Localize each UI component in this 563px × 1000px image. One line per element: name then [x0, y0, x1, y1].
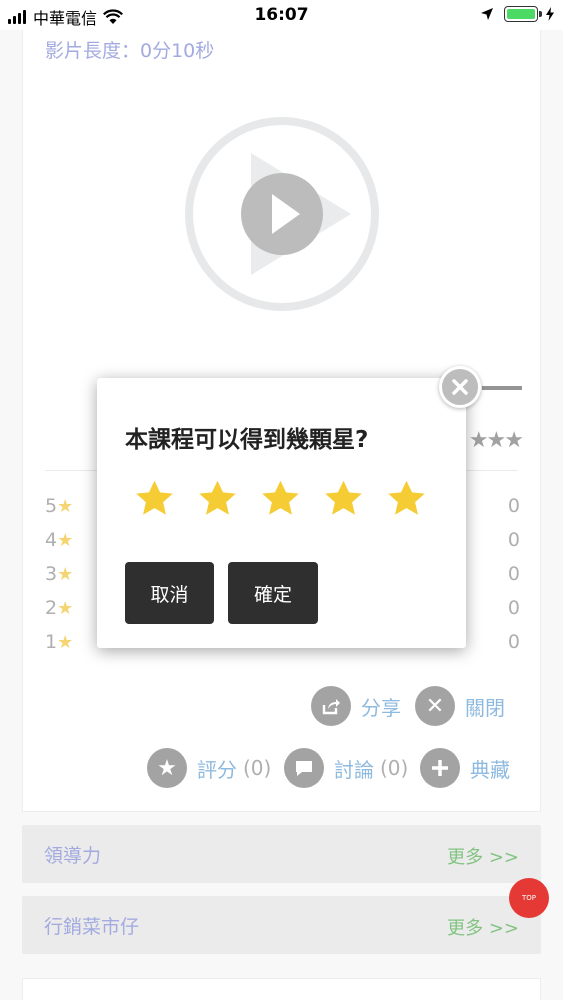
dialog-close-button[interactable]	[439, 366, 481, 408]
status-time: 16:07	[254, 5, 309, 25]
rating-star-4[interactable]	[322, 478, 365, 521]
star-selector	[133, 478, 448, 521]
rating-star-3[interactable]	[259, 478, 302, 521]
rating-dialog: 本課程可以得到幾顆星? 取消 確定	[97, 378, 466, 648]
rating-star-2[interactable]	[196, 478, 239, 521]
dialog-title: 本課程可以得到幾顆星?	[125, 427, 369, 453]
charging-bolt-icon	[546, 7, 554, 21]
rating-star-5[interactable]	[385, 478, 428, 521]
close-icon	[452, 379, 468, 395]
battery-icon	[504, 6, 542, 22]
confirm-button[interactable]: 確定	[228, 562, 318, 624]
status-bar: 中華電信 16:07	[0, 0, 563, 30]
cancel-button[interactable]: 取消	[125, 562, 214, 624]
location-arrow-icon	[481, 8, 493, 20]
rating-star-1[interactable]	[133, 478, 176, 521]
scroll-top-button[interactable]: TOP	[509, 878, 549, 918]
